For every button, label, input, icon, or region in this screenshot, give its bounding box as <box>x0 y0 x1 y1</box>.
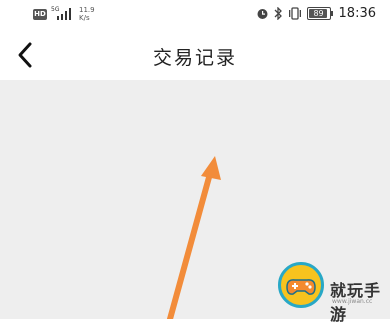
gamepad-icon <box>286 279 316 295</box>
watermark: 就玩手游 www.jiwan.cc <box>278 262 390 324</box>
watermark-logo <box>278 262 324 308</box>
watermark-url: www.jiwan.cc <box>332 298 373 305</box>
